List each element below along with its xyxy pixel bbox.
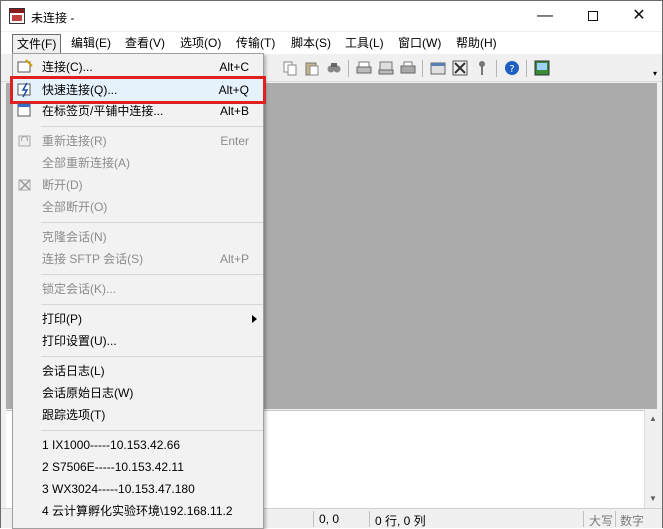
copy-icon[interactable] xyxy=(282,60,298,76)
window-title: 未连接 - xyxy=(31,11,75,25)
status-rowcol: 0 行, 0 列 xyxy=(375,514,426,528)
global-options-icon[interactable] xyxy=(452,60,468,76)
toolbar-separator xyxy=(526,60,527,77)
status-num: 数字 xyxy=(620,514,645,528)
menu-item-disconnect[interactable]: 断开(D) xyxy=(13,174,263,196)
reconnect-icon xyxy=(18,135,31,147)
menu-item-recent-3[interactable]: 3 WX3024-----10.153.47.180 xyxy=(13,478,263,500)
status-divider xyxy=(615,511,616,527)
status-divider xyxy=(369,511,370,527)
menu-window[interactable]: 窗口(W) xyxy=(394,34,445,54)
toolbar-overflow-icon[interactable]: ▾ xyxy=(653,69,657,78)
menu-item-print[interactable]: 打印(P) xyxy=(13,308,263,330)
print-icon[interactable] xyxy=(356,60,372,76)
toolbar-separator xyxy=(496,60,497,77)
maximize-icon xyxy=(588,10,598,21)
minimize-button[interactable]: — xyxy=(522,1,568,31)
help-icon[interactable]: ? xyxy=(504,60,520,76)
title-bar: 未连接 - — ✕ xyxy=(1,1,662,31)
status-divider xyxy=(583,511,584,527)
find-icon[interactable] xyxy=(326,60,342,76)
menu-item-session-log[interactable]: 会话日志(L) xyxy=(13,360,263,382)
menu-item-reconnect-all[interactable]: 全部重新连接(A) xyxy=(13,152,263,174)
menu-transfer[interactable]: 传输(T) xyxy=(232,34,279,54)
session-options-icon[interactable] xyxy=(430,60,446,76)
status-cursor: 0, 0 xyxy=(319,512,340,526)
menu-item-clone-session[interactable]: 克隆会话(N) xyxy=(13,226,263,248)
scroll-up-icon[interactable]: ▲ xyxy=(649,414,657,423)
status-divider xyxy=(313,511,314,527)
connect-in-tab-icon xyxy=(17,103,31,117)
status-caps: 大写 xyxy=(589,514,614,528)
menu-item-lock-session[interactable]: 锁定会话(K)... xyxy=(13,278,263,300)
menu-file[interactable]: 文件(F) xyxy=(12,34,62,54)
menu-item-quick-connect[interactable]: 快速连接(Q)... Alt+Q xyxy=(10,76,266,104)
app-window: 未连接 - — ✕ 文件(F) 编辑(E) 查看(V) 选项(O) 传输(T) … xyxy=(0,0,663,529)
menu-options[interactable]: 选项(O) xyxy=(176,34,225,54)
menu-item-recent-1[interactable]: 1 IX1000-----10.153.42.66 xyxy=(13,434,263,456)
key-icon[interactable] xyxy=(474,60,490,76)
command-pane-scrollbar[interactable]: ▲ ▼ xyxy=(644,410,661,508)
submenu-arrow-icon xyxy=(252,315,257,323)
sftp-icon[interactable] xyxy=(534,60,550,76)
menu-item-connect-sftp[interactable]: 连接 SFTP 会话(S) Alt+P xyxy=(13,248,263,270)
menu-item-recent-2[interactable]: 2 S7506E-----10.153.42.11 xyxy=(13,456,263,478)
app-icon[interactable] xyxy=(9,8,25,24)
file-menu-dropdown: 连接(C)... Alt+C 快速连接(Q)... Alt+Q 在标签页/平铺中连接… xyxy=(10,53,266,529)
close-button[interactable]: ✕ xyxy=(616,1,662,31)
menu-item-connect[interactable]: 连接(C)... Alt+C xyxy=(13,56,263,78)
print-selection-icon[interactable] xyxy=(400,60,416,76)
svg-text:?: ? xyxy=(509,64,514,75)
menu-item-connect-in-tab[interactable]: 在标签页/平铺中连接... Alt+B xyxy=(13,100,263,122)
connect-icon xyxy=(17,59,33,73)
menu-item-reconnect[interactable]: 重新连接(R) Enter xyxy=(13,130,263,152)
menu-item-disconnect-all[interactable]: 全部断开(O) xyxy=(13,196,263,218)
menu-script[interactable]: 脚本(S) xyxy=(287,34,335,54)
menu-item-raw-log[interactable]: 会话原始日志(W) xyxy=(13,382,263,404)
quick-connect-icon xyxy=(17,82,31,98)
maximize-button[interactable] xyxy=(570,1,616,31)
menu-item-trace-options[interactable]: 跟踪选项(T) xyxy=(13,404,263,426)
menu-bar: 文件(F) 编辑(E) 查看(V) 选项(O) 传输(T) 脚本(S) 工具(L… xyxy=(1,32,662,54)
scroll-down-icon[interactable]: ▼ xyxy=(649,494,657,503)
disconnect-icon xyxy=(18,179,31,191)
toolbar-separator xyxy=(348,60,349,77)
toolbar-separator xyxy=(422,60,423,77)
menu-item-recent-4[interactable]: 4 云计算孵化实验环境\192.168.11.2 xyxy=(13,500,263,522)
print-screen-icon[interactable] xyxy=(378,60,394,76)
menu-edit[interactable]: 编辑(E) xyxy=(67,34,115,54)
menu-view[interactable]: 查看(V) xyxy=(121,34,169,54)
menu-item-print-setup[interactable]: 打印设置(U)... xyxy=(13,330,263,352)
paste-icon[interactable] xyxy=(304,60,320,76)
menu-tools[interactable]: 工具(L) xyxy=(341,34,388,54)
menu-help[interactable]: 帮助(H) xyxy=(452,34,501,54)
